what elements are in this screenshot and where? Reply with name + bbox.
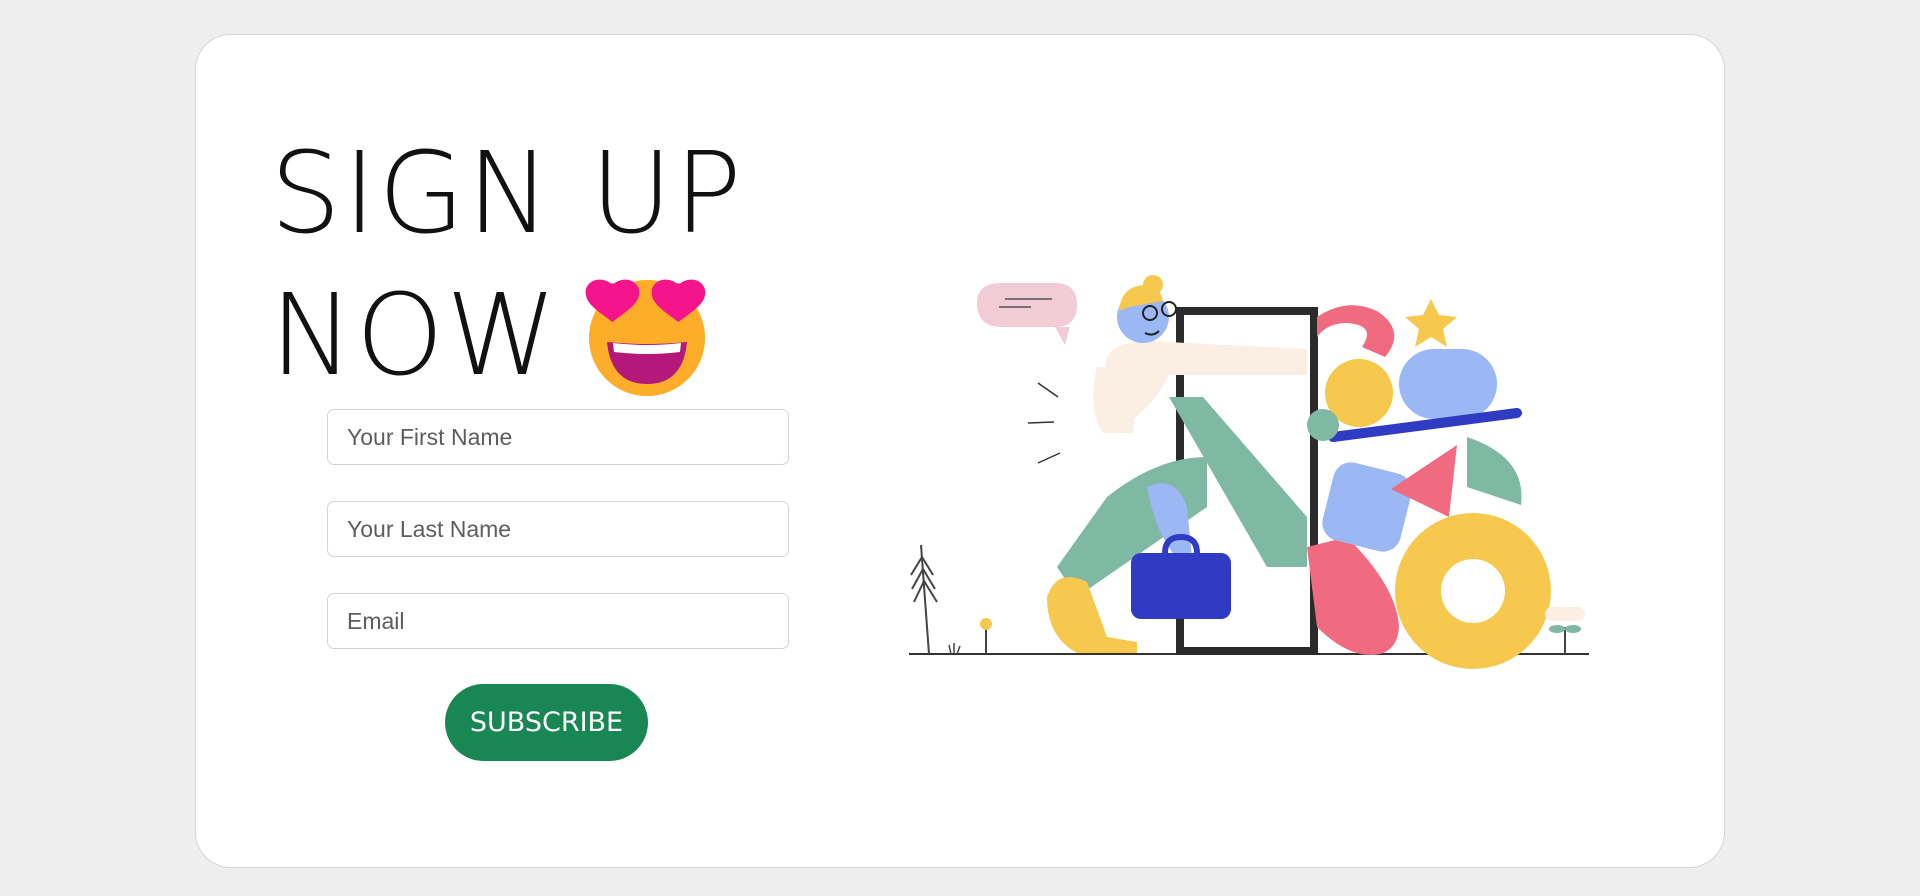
email-input[interactable] bbox=[327, 593, 789, 649]
signup-illustration bbox=[907, 257, 1607, 677]
title-line-2: NOW bbox=[270, 265, 744, 407]
subscribe-button[interactable]: SUBSCRIBE bbox=[445, 684, 648, 761]
signup-card: SIGN UP NOW SUBSCRIBE bbox=[195, 34, 1725, 868]
last-name-input[interactable] bbox=[327, 501, 789, 557]
first-name-input[interactable] bbox=[327, 409, 789, 465]
title-line-1: SIGN UP bbox=[270, 129, 744, 259]
page-title: SIGN UP NOW bbox=[270, 123, 744, 407]
heart-eyes-emoji-icon bbox=[585, 272, 709, 396]
title-line-2-text: NOW bbox=[270, 271, 559, 401]
